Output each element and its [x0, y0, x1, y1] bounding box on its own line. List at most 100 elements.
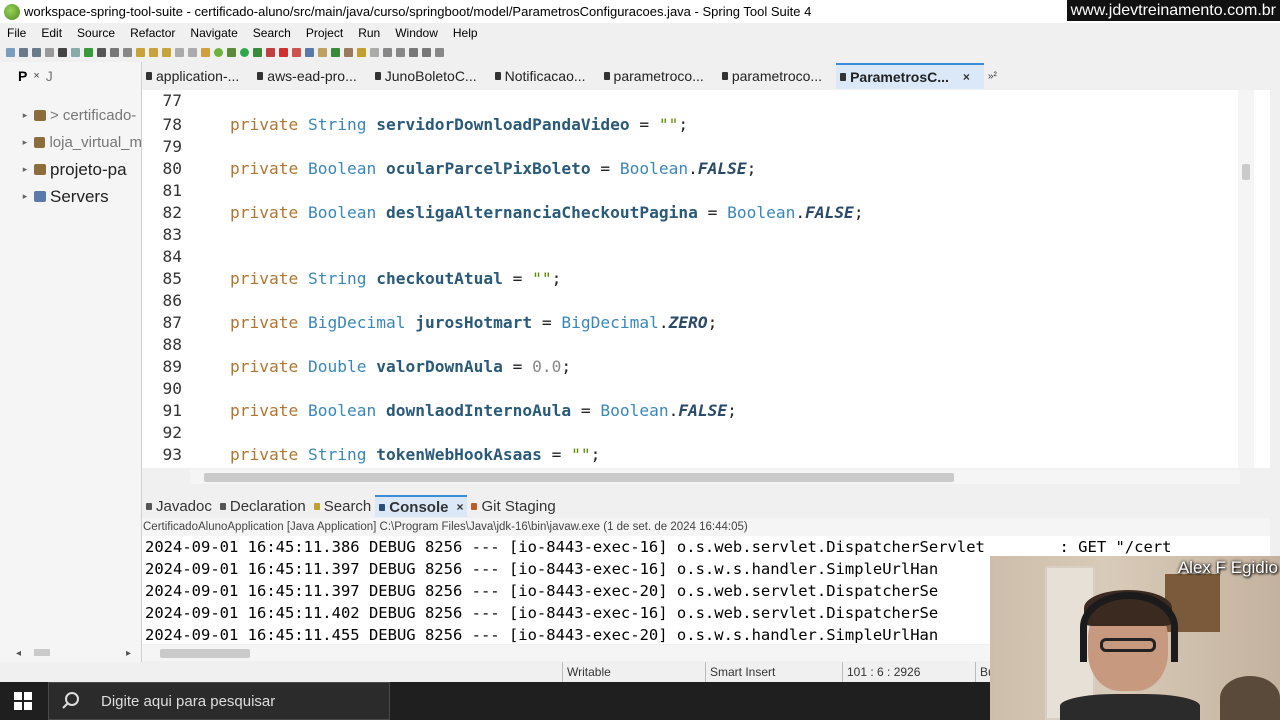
forward-icon[interactable]: [422, 47, 431, 57]
type-name: Double: [307, 357, 367, 376]
windows-start-icon[interactable]: [14, 692, 32, 710]
tab-aws-ead[interactable]: aws-ead-pro...: [253, 63, 370, 89]
tab-overflow[interactable]: »²: [988, 71, 997, 82]
scroll-thumb[interactable]: [1242, 164, 1250, 180]
menu-edit[interactable]: Edit: [34, 26, 70, 40]
tab-project-explorer[interactable]: J: [46, 68, 53, 84]
field-name: valorDownAula: [376, 357, 503, 376]
menu-search[interactable]: Search: [246, 26, 299, 40]
line-number: 81: [162, 181, 183, 200]
expand-arrow-icon[interactable]: ▸: [18, 191, 32, 202]
expand-arrow-icon[interactable]: ▸: [18, 110, 32, 121]
menu-navigate[interactable]: Navigate: [183, 26, 245, 40]
project-tree: ▸ > certificado- ▸ loja_virtual_m ▸ proj…: [0, 102, 142, 210]
close-icon[interactable]: ×: [33, 70, 39, 82]
tab-search[interactable]: Search: [310, 495, 376, 517]
close-tab-icon[interactable]: ×: [456, 500, 463, 514]
save-all-icon[interactable]: [32, 47, 41, 57]
close-tab-icon[interactable]: ×: [963, 70, 970, 84]
pin-editor-icon[interactable]: [435, 47, 444, 57]
tree-item-label: projeto-pa: [50, 159, 127, 179]
drop-frame-icon[interactable]: [175, 47, 184, 57]
search-toolbar-icon[interactable]: [357, 47, 366, 57]
new-package-icon[interactable]: [318, 47, 327, 57]
javadoc-icon: [146, 502, 152, 510]
menu-project[interactable]: Project: [299, 26, 351, 40]
run-icon[interactable]: [240, 47, 249, 57]
save-icon[interactable]: [19, 47, 28, 57]
skip-icon[interactable]: [71, 47, 80, 57]
menu-help[interactable]: Help: [446, 26, 486, 40]
tab-label: Notificacao...: [504, 68, 586, 84]
tab-javadoc[interactable]: Javadoc: [142, 495, 216, 517]
status-cursor-position: 101 : 6 : 2926: [842, 662, 972, 682]
open-type-icon[interactable]: [201, 47, 210, 57]
svg-text:◂: ◂: [16, 648, 21, 658]
new-java-project-icon[interactable]: [305, 47, 314, 57]
new-icon[interactable]: [6, 47, 15, 57]
tab-notificacao[interactable]: Notificacao...: [491, 63, 600, 89]
disconnect-icon[interactable]: [123, 47, 132, 57]
type-name: Boolean: [307, 159, 377, 178]
step-over-icon[interactable]: [149, 47, 158, 57]
open-task-icon[interactable]: [344, 47, 353, 57]
menu-run[interactable]: Run: [351, 26, 388, 40]
new-class-icon[interactable]: [331, 47, 340, 57]
tab-application[interactable]: application-...: [142, 63, 253, 89]
debug-icon[interactable]: [227, 47, 236, 57]
terminate-icon[interactable]: [110, 47, 119, 57]
declaration-icon: [219, 502, 226, 510]
tree-item-servers[interactable]: ▸ Servers: [0, 183, 142, 210]
line-number: 90: [162, 379, 183, 398]
tab-declaration[interactable]: Declaration: [216, 495, 310, 517]
java-file-icon: [374, 72, 381, 80]
step-return-icon[interactable]: [162, 47, 171, 57]
coverage-icon[interactable]: [253, 47, 262, 57]
relaunch-icon[interactable]: [292, 47, 301, 57]
use-step-filters-icon[interactable]: [188, 47, 197, 57]
tree-item-loja-virtual[interactable]: ▸ loja_virtual_m: [0, 129, 142, 156]
expand-arrow-icon[interactable]: ▸: [18, 137, 32, 148]
stop-icon[interactable]: [279, 47, 288, 57]
back-icon[interactable]: [409, 47, 418, 57]
expand-arrow-icon[interactable]: ▸: [18, 164, 32, 175]
step-into-icon[interactable]: [136, 47, 145, 57]
print-icon[interactable]: [45, 47, 54, 57]
field-name: checkoutAtual: [376, 269, 503, 288]
menu-refactor[interactable]: Refactor: [123, 26, 183, 40]
editor-vertical-scrollbar[interactable]: [1238, 90, 1254, 468]
tab-parametros-configuracoes[interactable]: ParametrosC... ×: [836, 63, 984, 89]
tree-item-projeto[interactable]: ▸ projeto-pa: [0, 156, 142, 183]
next-annotation-icon[interactable]: [383, 47, 392, 57]
resume-icon[interactable]: [84, 47, 93, 57]
git-icon: [471, 502, 478, 510]
terminal-icon[interactable]: [58, 47, 67, 57]
prev-annotation-icon[interactable]: [396, 47, 405, 57]
code-editor[interactable]: 77 78 private String servidorDownloadPand…: [142, 90, 1270, 468]
tree-item-label: > certificado-: [50, 107, 137, 124]
external-tools-icon[interactable]: [266, 47, 275, 57]
constant: FALSE: [697, 159, 747, 178]
menu-file[interactable]: File: [0, 26, 34, 40]
editor-horizontal-scrollbar[interactable]: [190, 470, 1240, 484]
project-icon: [34, 110, 46, 121]
field-name: desligaAlternanciaCheckoutPagina: [385, 203, 698, 222]
suspend-icon[interactable]: [97, 47, 106, 57]
tab-juno-boleto[interactable]: JunoBoletoC...: [371, 63, 491, 89]
tab-parametroco-2[interactable]: parametroco...: [718, 63, 836, 89]
taskbar-search-box[interactable]: Digite aqui para pesquisar: [48, 682, 390, 720]
line-number: 85: [162, 269, 183, 288]
menu-window[interactable]: Window: [388, 26, 446, 40]
tab-git-staging[interactable]: Git Staging: [467, 495, 559, 517]
annotation-icon[interactable]: [370, 47, 379, 57]
scroll-thumb[interactable]: [160, 649, 250, 658]
tree-item-certificado[interactable]: ▸ > certificado-: [0, 102, 142, 129]
scroll-thumb[interactable]: [204, 473, 954, 482]
field-name: tokenWebHookAsaas: [376, 445, 542, 464]
left-scrollbar[interactable]: ◂ ▸: [14, 646, 138, 658]
tab-parametroco-1[interactable]: parametroco...: [600, 63, 718, 89]
tab-package-explorer[interactable]: P: [18, 68, 27, 84]
spring-boot-icon[interactable]: [214, 47, 223, 57]
menu-source[interactable]: Source: [70, 26, 123, 40]
tab-console[interactable]: Console ×: [375, 495, 468, 517]
